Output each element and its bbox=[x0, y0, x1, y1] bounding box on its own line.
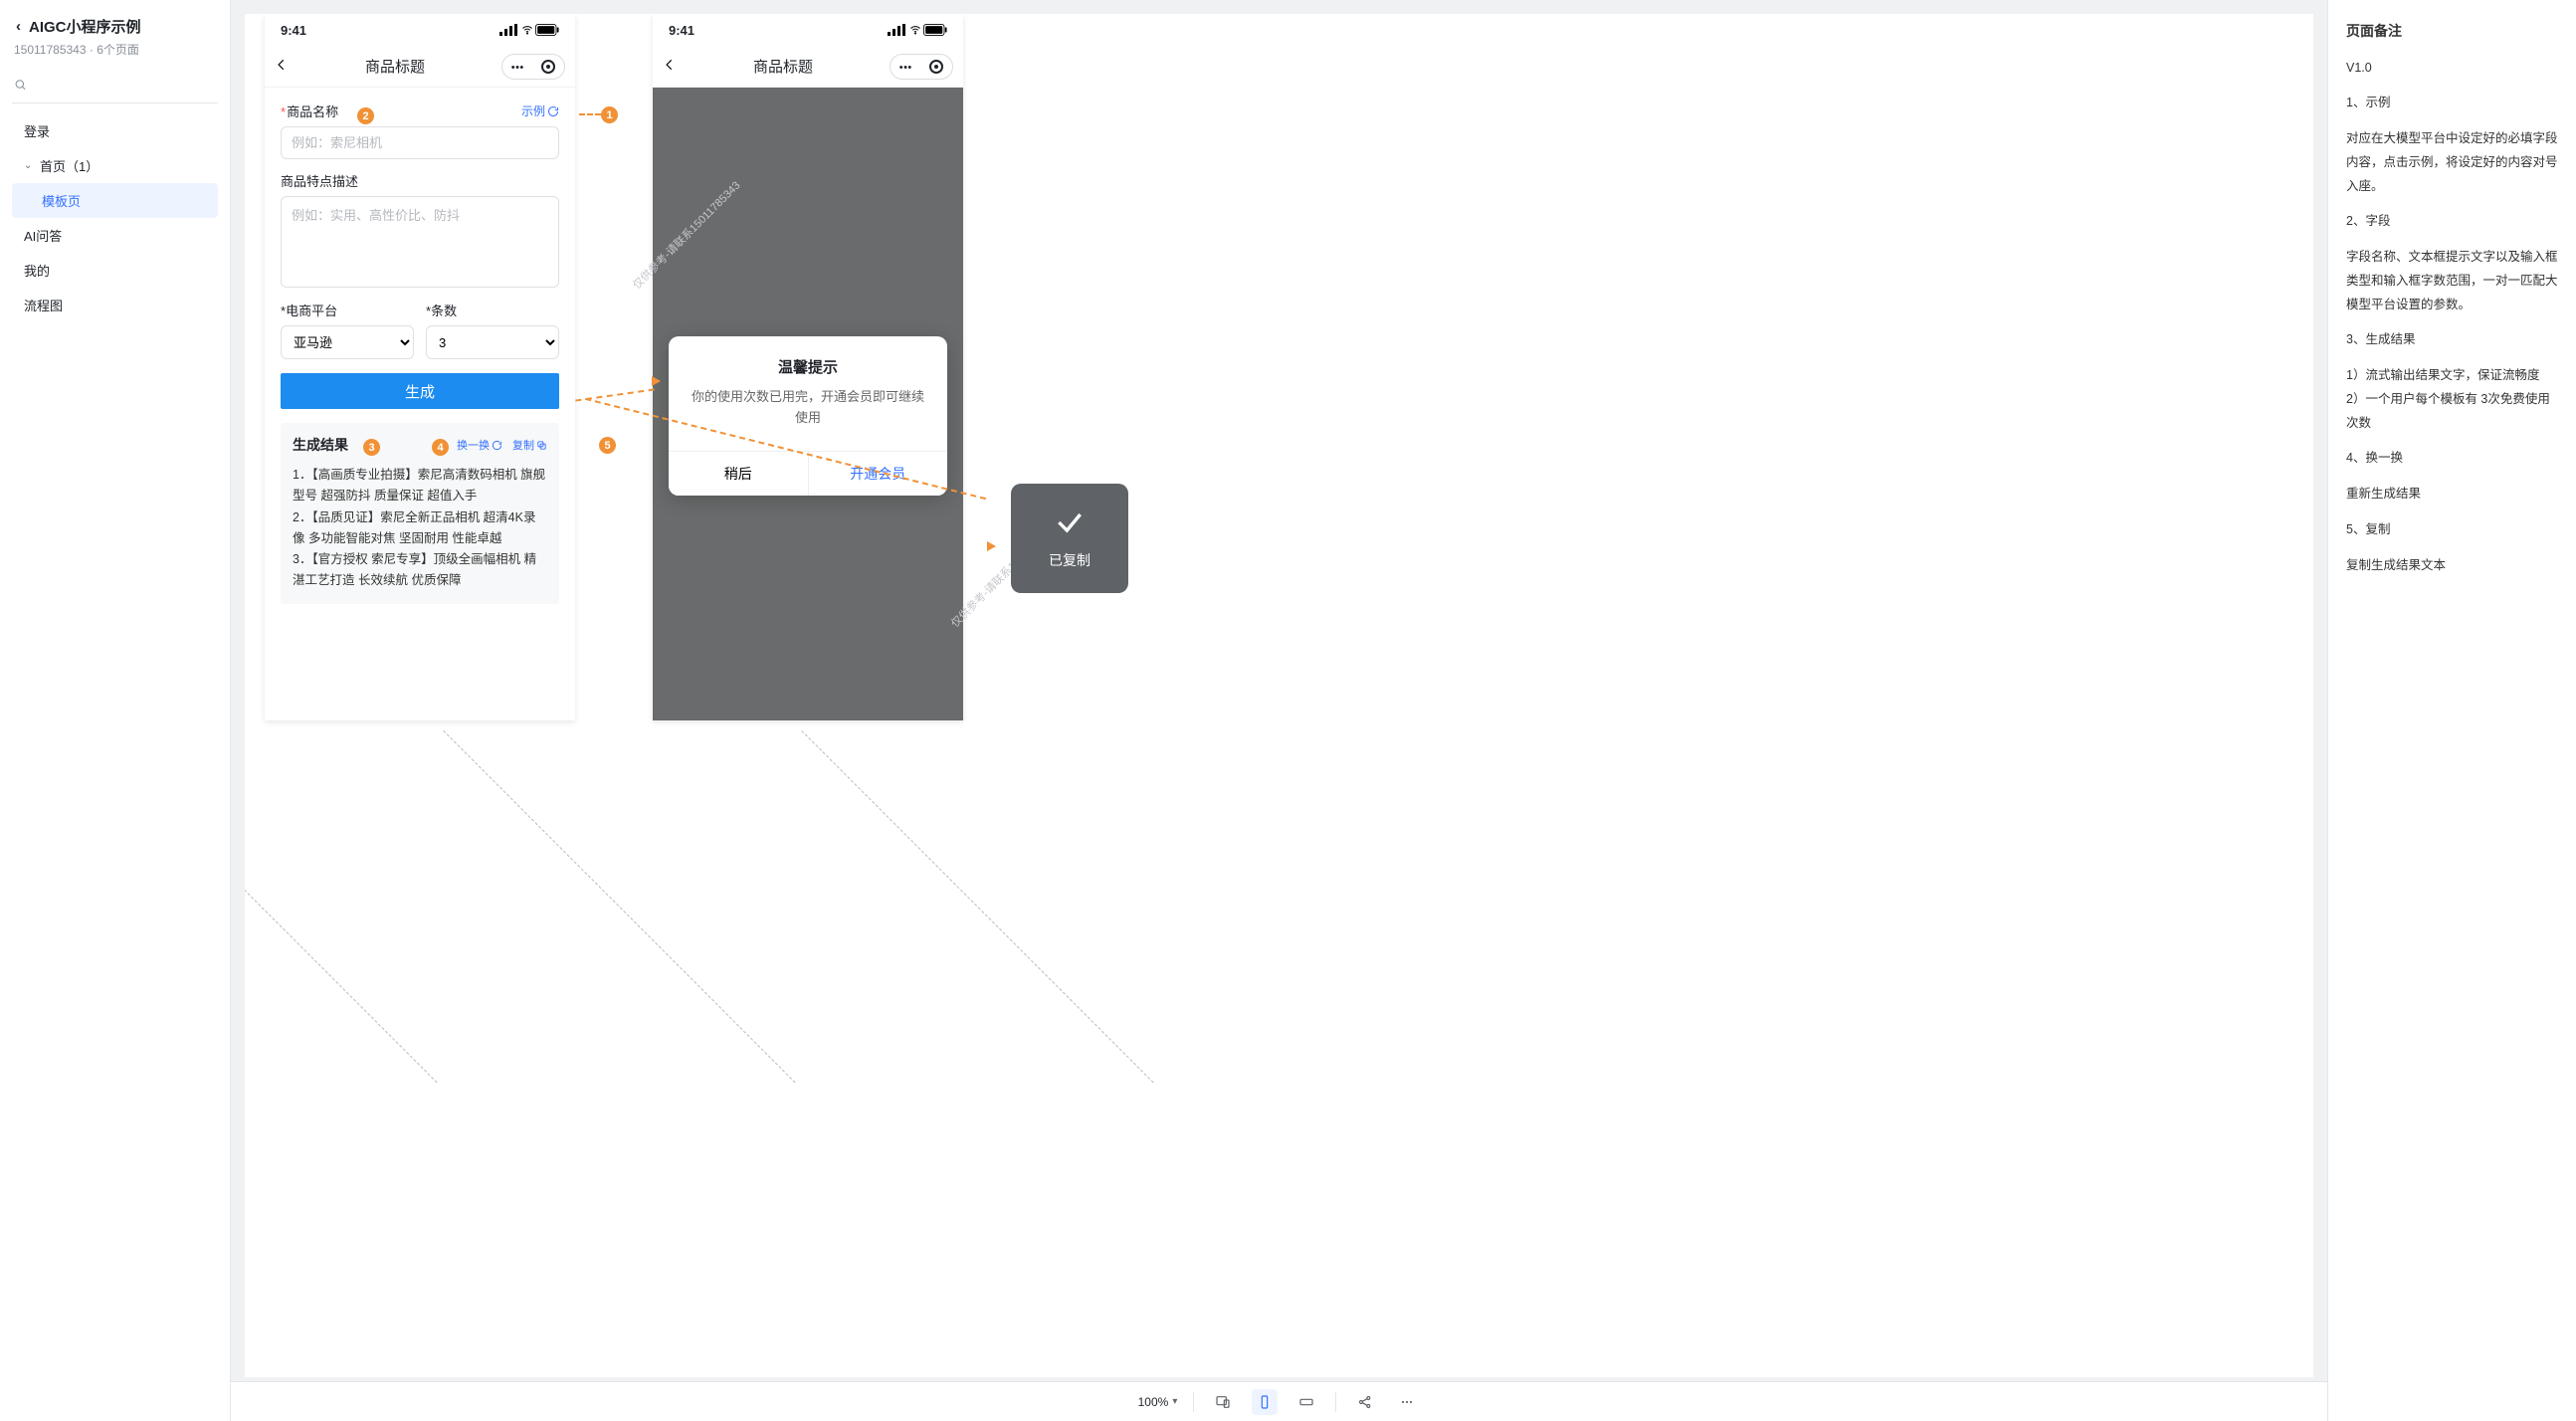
notes-s1-title: 1、示例 bbox=[2346, 92, 2558, 115]
annotation-badge-5: 5 bbox=[599, 437, 616, 454]
share-icon[interactable] bbox=[1352, 1389, 1378, 1415]
sidebar-back[interactable]: ‹ AIGC小程序示例 bbox=[12, 16, 218, 37]
feature-input[interactable] bbox=[281, 196, 559, 288]
notes-s2-title: 2、字段 bbox=[2346, 210, 2558, 234]
device-responsive-icon[interactable] bbox=[1210, 1389, 1236, 1415]
more-icon[interactable] bbox=[1394, 1389, 1420, 1415]
signal-icon bbox=[888, 24, 907, 36]
form-body: *商品名称 示例 商品特点描述 *电商平台 bbox=[265, 88, 575, 618]
close-target-icon[interactable] bbox=[541, 60, 555, 74]
device-portrait-icon[interactable] bbox=[1252, 1389, 1278, 1415]
sidebar-title: AIGC小程序示例 bbox=[29, 16, 141, 37]
zoom-control[interactable]: 100% ▾ bbox=[1138, 1395, 1178, 1409]
generate-button[interactable]: 生成 bbox=[281, 373, 559, 409]
sidebar-subhead: 15011785343 · 6个页面 bbox=[14, 41, 218, 58]
sidebar-item-flowchart[interactable]: 流程图 bbox=[12, 288, 218, 322]
result-title: 生成结果 bbox=[293, 435, 348, 455]
swap-button[interactable]: 换一换 bbox=[457, 437, 502, 453]
search-icon bbox=[14, 78, 27, 92]
device-landscape-icon[interactable] bbox=[1293, 1389, 1319, 1415]
phone-mock-2: 9:41 商品标题 bbox=[653, 14, 963, 720]
platform-select[interactable]: 亚马逊 bbox=[281, 325, 414, 359]
back-button[interactable] bbox=[663, 58, 677, 75]
refresh-icon bbox=[492, 440, 502, 451]
annotation-badge-1: 1 bbox=[601, 106, 618, 123]
phone-mock-1: 9:41 商品标题 bbox=[265, 14, 575, 720]
dialog-title: 温馨提示 bbox=[669, 336, 947, 387]
copy-icon bbox=[536, 440, 547, 451]
count-select[interactable]: 3 bbox=[426, 325, 559, 359]
notes-version: V1.0 bbox=[2346, 57, 2558, 81]
sidebar-item-template[interactable]: 模板页 bbox=[12, 183, 218, 218]
check-icon bbox=[1054, 507, 1086, 538]
notes-panel: 页面备注 V1.0 1、示例 对应在大模型平台中设定好的必填字段内容，点击示例，… bbox=[2327, 0, 2576, 1421]
wifi-icon bbox=[521, 24, 533, 36]
chevron-left-icon: ‹ bbox=[16, 18, 21, 35]
notes-heading: 页面备注 bbox=[2346, 18, 2558, 45]
notes-s4-title: 4、换一换 bbox=[2346, 447, 2558, 471]
bottom-toolbar: 100% ▾ bbox=[231, 1381, 2327, 1421]
dialog-later-button[interactable]: 稍后 bbox=[669, 452, 808, 496]
product-name-input[interactable] bbox=[281, 126, 559, 159]
notes-s4-body: 重新生成结果 bbox=[2346, 483, 2558, 507]
back-button[interactable] bbox=[275, 58, 289, 75]
notes-s2-body: 字段名称、文本框提示文字以及输入框类型和输入框字数范围，一对一匹配大模型平台设置… bbox=[2346, 246, 2558, 316]
left-sidebar: ‹ AIGC小程序示例 15011785343 · 6个页面 登录 ⌄ 首页（1… bbox=[0, 0, 231, 1421]
capsule[interactable] bbox=[501, 54, 565, 80]
notes-s5-body: 复制生成结果文本 bbox=[2346, 554, 2558, 578]
arrow-icon bbox=[652, 376, 661, 386]
search-input[interactable] bbox=[33, 76, 216, 93]
result-card: 生成结果 换一换 复制 bbox=[281, 423, 559, 604]
battery-icon bbox=[923, 24, 947, 36]
annotation-line bbox=[579, 113, 601, 115]
signal-icon bbox=[499, 24, 519, 36]
more-icon[interactable] bbox=[899, 59, 912, 74]
chevron-down-icon: ▾ bbox=[1172, 1396, 1177, 1407]
miniprogram-header: 商品标题 bbox=[265, 46, 575, 88]
result-line-1: 1．【高画质专业拍摄】索尼高清数码相机 旗舰型号 超强防抖 质量保证 超值入手 bbox=[293, 465, 547, 508]
dialog-body: 你的使用次数已用完，开通会员即可继续使用 bbox=[669, 387, 947, 451]
more-icon[interactable] bbox=[511, 59, 524, 74]
chevron-down-icon: ⌄ bbox=[24, 160, 34, 171]
status-bar: 9:41 bbox=[265, 14, 575, 46]
close-target-icon[interactable] bbox=[929, 60, 943, 74]
annotation-badge-3: 3 bbox=[363, 439, 380, 456]
design-canvas[interactable]: 9:41 商品标题 bbox=[231, 0, 2327, 1421]
sidebar-item-home[interactable]: ⌄ 首页（1） bbox=[12, 148, 218, 183]
annotation-badge-2: 2 bbox=[357, 107, 374, 124]
feature-label: 商品特点描述 bbox=[281, 171, 559, 190]
sidebar-search[interactable] bbox=[12, 72, 218, 103]
result-line-3: 3．【官方授权 索尼专享】顶级全画幅相机 精湛工艺打造 长效续航 优质保障 bbox=[293, 549, 547, 592]
result-line-2: 2．【品质见证】索尼全新正品相机 超清4K录像 多功能智能对焦 坚固耐用 性能卓… bbox=[293, 508, 547, 550]
notes-s1-body: 对应在大模型平台中设定好的必填字段内容，点击示例，将设定好的内容对号入座。 bbox=[2346, 127, 2558, 198]
notes-s3-l2: 2）一个用户每个模板有 3次免费使用次数 bbox=[2346, 388, 2558, 436]
page-title: 商品标题 bbox=[365, 56, 425, 77]
capsule[interactable] bbox=[890, 54, 953, 80]
example-link[interactable]: 示例 bbox=[521, 102, 559, 119]
platform-label: *电商平台 bbox=[281, 301, 414, 319]
refresh-icon bbox=[547, 105, 559, 117]
notes-s5-title: 5、复制 bbox=[2346, 518, 2558, 542]
sidebar-item-login[interactable]: 登录 bbox=[12, 113, 218, 148]
status-time: 9:41 bbox=[281, 23, 306, 38]
notes-s3-l1: 1）流式输出结果文字，保证流畅度 bbox=[2346, 364, 2558, 388]
stage: 9:41 商品标题 bbox=[245, 14, 2313, 1377]
copy-button[interactable]: 复制 bbox=[512, 437, 547, 453]
notes-s3-title: 3、生成结果 bbox=[2346, 328, 2558, 352]
sidebar-item-mine[interactable]: 我的 bbox=[12, 253, 218, 288]
annotation-badge-4: 4 bbox=[432, 439, 449, 456]
toast-text: 已复制 bbox=[1049, 550, 1090, 570]
wifi-icon bbox=[909, 24, 921, 36]
count-label: *条数 bbox=[426, 301, 559, 319]
copied-toast: 已复制 bbox=[1011, 484, 1128, 593]
arrow-icon bbox=[987, 541, 996, 551]
battery-icon bbox=[535, 24, 559, 36]
product-name-label: *商品名称 bbox=[281, 102, 338, 120]
sidebar-item-ai-qa[interactable]: AI问答 bbox=[12, 218, 218, 253]
quota-dialog: 温馨提示 你的使用次数已用完，开通会员即可继续使用 稍后 开通会员 bbox=[669, 336, 947, 496]
